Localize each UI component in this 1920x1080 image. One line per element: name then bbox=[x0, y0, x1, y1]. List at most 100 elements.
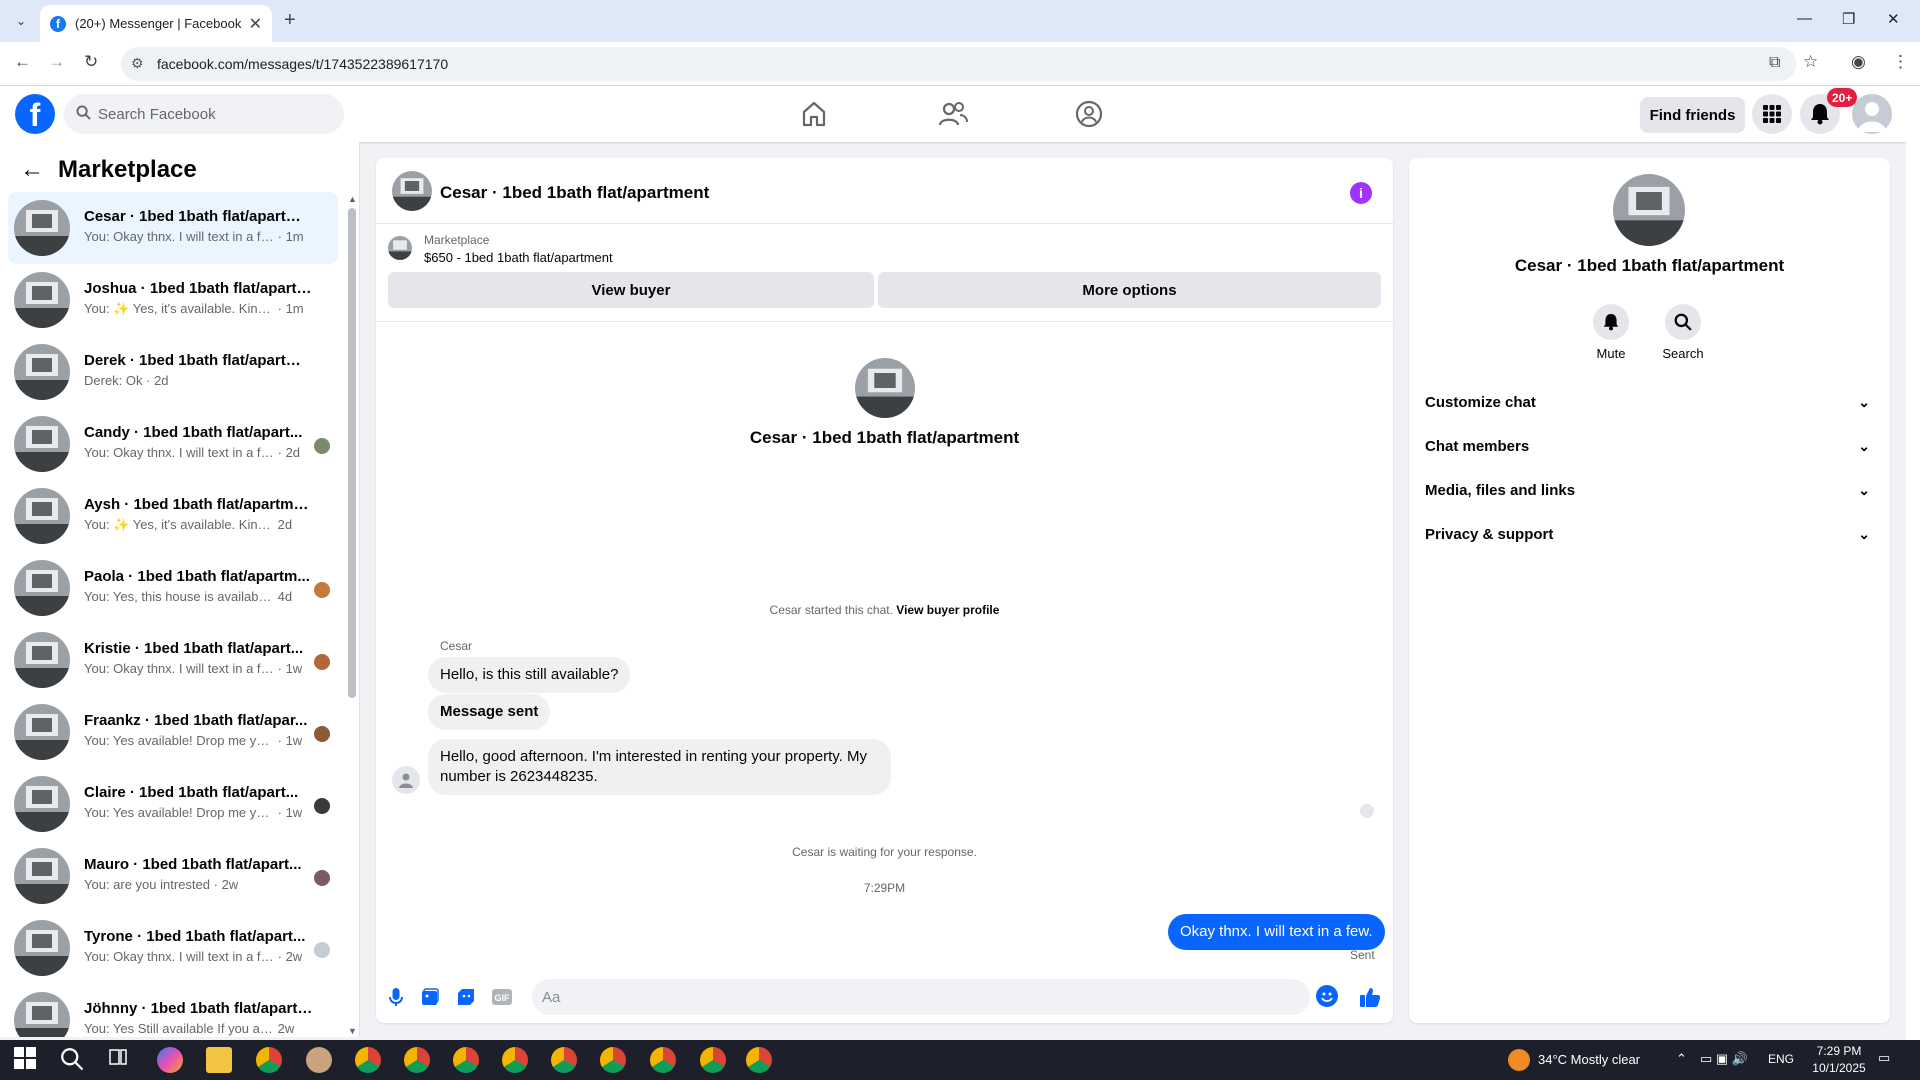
media-files-links-section[interactable]: Media, files and links ⌄ bbox=[1425, 472, 1870, 508]
task-view-icon[interactable] bbox=[108, 1047, 134, 1073]
search-action[interactable]: Search bbox=[1653, 304, 1713, 361]
chrome-profile-icon[interactable] bbox=[746, 1047, 772, 1073]
menu-dots-icon[interactable]: ⋮ bbox=[1892, 52, 1909, 72]
emoji-icon[interactable] bbox=[1316, 985, 1338, 1007]
bookmark-star-icon[interactable]: ☆ bbox=[1803, 52, 1818, 72]
mute-action[interactable]: Mute bbox=[1581, 304, 1641, 361]
conversation-item[interactable]: Mauro · 1bed 1bath flat/apart... You: are… bbox=[8, 840, 338, 912]
chrome-profile-icon[interactable] bbox=[700, 1047, 726, 1073]
menu-grid-icon[interactable] bbox=[1752, 94, 1792, 134]
chrome-profile-icon[interactable] bbox=[600, 1047, 626, 1073]
gif-icon[interactable]: GIF bbox=[490, 985, 514, 1009]
address-bar[interactable]: ⚙ facebook.com/messages/t/17435223896171… bbox=[121, 47, 1796, 81]
message-input[interactable] bbox=[542, 979, 1262, 1015]
section-label: Media, files and links bbox=[1425, 481, 1576, 499]
close-window-icon[interactable]: ✕ bbox=[1887, 10, 1900, 28]
site-info-icon[interactable]: ⚙ bbox=[131, 55, 144, 72]
outgoing-message[interactable]: Okay thnx. I will text in a few. bbox=[1168, 914, 1385, 950]
find-friends-button[interactable]: Find friends bbox=[1640, 97, 1745, 133]
sidebar-scrollbar[interactable] bbox=[348, 208, 356, 698]
conversation-item[interactable]: Kristie · 1bed 1bath flat/apart... You: O… bbox=[8, 624, 338, 696]
windows-start-icon[interactable] bbox=[14, 1047, 40, 1073]
url-text[interactable]: facebook.com/messages/t/1743522389617170 bbox=[157, 56, 448, 72]
incoming-message[interactable]: Hello, good afternoon. I'm interested in… bbox=[428, 739, 891, 795]
page-scrollbar[interactable] bbox=[1906, 86, 1920, 1040]
conversation-item[interactable]: Candy · 1bed 1bath flat/apart... You: Oka… bbox=[8, 408, 338, 480]
chrome-profile-icon[interactable] bbox=[502, 1047, 528, 1073]
conversation-name: Mauro · 1bed 1bath flat/apart... bbox=[84, 856, 302, 873]
tab-list-chevron-icon[interactable]: ⌄ bbox=[10, 10, 32, 32]
customize-chat-section[interactable]: Customize chat ⌄ bbox=[1425, 384, 1870, 420]
conversation-item[interactable]: Claire · 1bed 1bath flat/apart... You: Ye… bbox=[8, 768, 338, 840]
chrome-profile-icon[interactable] bbox=[355, 1047, 381, 1073]
chrome-profile-icon[interactable] bbox=[650, 1047, 676, 1073]
chrome-profile-icon[interactable] bbox=[404, 1047, 430, 1073]
conversation-item[interactable]: Aysh · 1bed 1bath flat/apartment You: ✨ Y… bbox=[8, 480, 338, 552]
chat-avatar[interactable] bbox=[392, 171, 432, 211]
back-icon[interactable]: ← bbox=[14, 52, 31, 72]
copilot-icon[interactable] bbox=[157, 1047, 183, 1073]
scroll-up-arrow[interactable]: ▲ bbox=[348, 194, 357, 204]
chrome-profile-icon[interactable] bbox=[551, 1047, 577, 1073]
tray-chevron-icon[interactable]: ⌃ bbox=[1676, 1051, 1687, 1067]
friends-icon[interactable] bbox=[938, 100, 968, 130]
info-avatar[interactable] bbox=[1613, 174, 1685, 246]
home-icon[interactable] bbox=[800, 100, 830, 130]
like-thumbs-up-icon[interactable] bbox=[1358, 985, 1382, 1009]
groups-icon[interactable] bbox=[1075, 100, 1105, 130]
view-buyer-button[interactable]: View buyer bbox=[388, 272, 874, 308]
microphone-icon[interactable] bbox=[384, 985, 408, 1009]
message-timestamp: 7:29PM bbox=[863, 881, 906, 895]
tab-close-icon[interactable]: ✕ bbox=[249, 14, 262, 34]
incoming-message[interactable]: Hello, is this still available? bbox=[428, 657, 631, 693]
conversation-item[interactable]: Tyrone · 1bed 1bath flat/apart... You: Ok… bbox=[8, 912, 338, 984]
incoming-message[interactable]: Message sent bbox=[428, 694, 551, 730]
clock-time[interactable]: 7:29 PM bbox=[1812, 1044, 1866, 1058]
language-indicator[interactable]: ENG bbox=[1768, 1052, 1794, 1066]
sticker-icon[interactable] bbox=[454, 985, 478, 1009]
facebook-search[interactable] bbox=[64, 94, 344, 134]
chat-title[interactable]: Cesar · 1bed 1bath flat/apartment bbox=[440, 183, 709, 203]
minimize-icon[interactable]: — bbox=[1797, 10, 1812, 27]
scroll-down-arrow[interactable]: ▼ bbox=[348, 1026, 357, 1036]
intro-avatar[interactable] bbox=[854, 358, 915, 418]
weather-icon[interactable] bbox=[1508, 1049, 1530, 1071]
app-icon[interactable] bbox=[306, 1047, 332, 1073]
photo-icon[interactable] bbox=[418, 985, 442, 1009]
chat-members-section[interactable]: Chat members ⌄ bbox=[1425, 428, 1870, 464]
conversation-item[interactable]: Paola · 1bed 1bath flat/apartm... You: Ye… bbox=[8, 552, 338, 624]
listing-title[interactable]: $650 - 1bed 1bath flat/apartment bbox=[424, 250, 613, 265]
bell-icon[interactable] bbox=[1593, 304, 1629, 340]
reload-icon[interactable]: ↻ bbox=[84, 52, 98, 72]
privacy-support-section[interactable]: Privacy & support ⌄ bbox=[1425, 516, 1870, 552]
install-app-icon[interactable]: ⧉ bbox=[1769, 54, 1780, 72]
search-input[interactable] bbox=[98, 94, 338, 134]
back-arrow-icon[interactable]: ← bbox=[20, 156, 44, 184]
conversation-item[interactable]: Joshua · 1bed 1bath flat/apartm... You: ✨… bbox=[8, 264, 338, 336]
chrome-profile-icon[interactable] bbox=[453, 1047, 479, 1073]
browser-tab[interactable]: f (20+) Messenger | Facebook ✕ bbox=[40, 5, 272, 42]
search-icon[interactable] bbox=[1665, 304, 1701, 340]
file-explorer-icon[interactable] bbox=[206, 1047, 232, 1073]
taskbar-search-icon[interactable] bbox=[60, 1047, 86, 1073]
new-tab-icon[interactable]: + bbox=[284, 9, 296, 32]
tray-icons[interactable]: ▭ ▣ 🔊 bbox=[1700, 1051, 1748, 1067]
more-options-button[interactable]: More options bbox=[878, 272, 1381, 308]
weather-text[interactable]: 34°C Mostly clear bbox=[1538, 1052, 1640, 1067]
conversation-item[interactable]: Cesar · 1bed 1bath flat/apartment You: Ok… bbox=[8, 192, 338, 264]
account-avatar[interactable] bbox=[1852, 94, 1892, 134]
conversation-item[interactable]: Derek · 1bed 1bath flat/apartment Derek: … bbox=[8, 336, 338, 408]
view-buyer-profile-link[interactable]: View buyer profile bbox=[896, 603, 999, 617]
info-icon[interactable]: i bbox=[1350, 182, 1372, 204]
chrome-icon[interactable] bbox=[256, 1047, 282, 1073]
clock-date[interactable]: 10/1/2025 bbox=[1810, 1061, 1868, 1075]
facebook-logo-icon[interactable]: f bbox=[15, 94, 55, 134]
forward-icon[interactable]: → bbox=[48, 52, 65, 72]
conversation-item[interactable]: Fraankz · 1bed 1bath flat/apar... You: Ye… bbox=[8, 696, 338, 768]
conversation-item[interactable]: Jöhnny · 1bed 1bath flat/apartm... You: Y… bbox=[8, 984, 338, 1037]
profile-icon[interactable]: ◉ bbox=[1851, 52, 1866, 72]
preview-text: You: ✨ Yes, it's available. Kindly pr... bbox=[84, 517, 274, 532]
restore-icon[interactable]: ❐ bbox=[1842, 10, 1855, 28]
notification-center-icon[interactable]: ▭ bbox=[1878, 1050, 1890, 1066]
message-input-box[interactable] bbox=[532, 979, 1310, 1015]
